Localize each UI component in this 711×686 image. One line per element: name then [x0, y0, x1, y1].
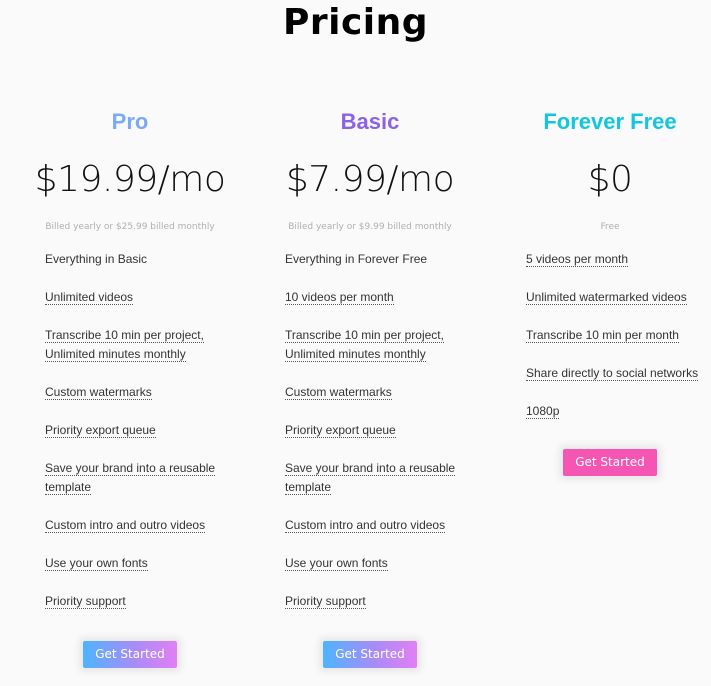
feature-item[interactable]: Custom watermarks — [285, 383, 490, 402]
feature-item[interactable]: Custom watermarks — [45, 383, 250, 402]
get-started-button-pro[interactable]: Get Started — [83, 641, 177, 668]
feature-item[interactable]: Priority support — [285, 592, 490, 611]
get-started-button-basic[interactable]: Get Started — [323, 641, 417, 668]
plan-billing-note: Billed yearly or $9.99 billed monthly — [288, 222, 452, 232]
feature-item[interactable]: Custom intro and outro videos — [285, 516, 490, 535]
feature-item: Everything in Basic — [45, 252, 148, 266]
feature-item[interactable]: Unlimited videos — [45, 288, 250, 307]
feature-item[interactable]: Transcribe 10 min per project, Unlimited… — [285, 326, 465, 364]
feature-item[interactable]: Custom intro and outro videos — [45, 516, 250, 535]
feature-item[interactable]: Share directly to social networks — [526, 364, 711, 383]
feature-list: Everything in Basic Unlimited videos Tra… — [10, 250, 250, 611]
plan-card-pro: Pro $19.99/mo Billed yearly or $25.99 bi… — [10, 100, 250, 668]
feature-item[interactable]: 10 videos per month — [285, 288, 490, 307]
feature-item[interactable]: Use your own fonts — [285, 554, 490, 573]
plan-name: Pro — [111, 109, 149, 134]
plan-billing-note: Billed yearly or $25.99 billed monthly — [45, 222, 215, 232]
plan-name: Basic — [340, 109, 400, 134]
feature-item[interactable]: Unlimited watermarked videos — [526, 288, 711, 307]
plan-card-basic: Basic $7.99/mo Billed yearly or $9.99 bi… — [250, 100, 490, 668]
feature-item[interactable]: Transcribe 10 min per project, Unlimited… — [45, 326, 225, 364]
feature-item[interactable]: Priority export queue — [45, 421, 250, 440]
feature-list: Everything in Forever Free 10 videos per… — [250, 250, 490, 611]
feature-item[interactable]: 5 videos per month — [526, 250, 711, 269]
get-started-button-free[interactable]: Get Started — [563, 449, 657, 476]
feature-item[interactable]: Priority export queue — [285, 421, 490, 440]
plan-price: $19.99/mo — [34, 159, 226, 200]
feature-item[interactable]: Priority support — [45, 592, 250, 611]
feature-item[interactable]: Save your brand into a reusable template — [45, 459, 225, 497]
feature-item[interactable]: Transcribe 10 min per month — [526, 326, 711, 345]
feature-item[interactable]: Save your brand into a reusable template — [285, 459, 465, 497]
plan-price: $7.99/mo — [285, 159, 455, 200]
plan-billing-note: Free — [600, 222, 620, 232]
plan-price: $0 — [587, 159, 633, 200]
feature-list: 5 videos per month Unlimited watermarked… — [490, 250, 711, 421]
feature-item[interactable]: 1080p — [526, 402, 711, 421]
plan-card-forever-free: Forever Free $0 Free 5 videos per month … — [490, 100, 711, 476]
feature-item[interactable]: Use your own fonts — [45, 554, 250, 573]
plan-name: Forever Free — [543, 109, 677, 134]
page-title: Pricing — [282, 2, 429, 43]
feature-item: Everything in Forever Free — [285, 252, 428, 266]
